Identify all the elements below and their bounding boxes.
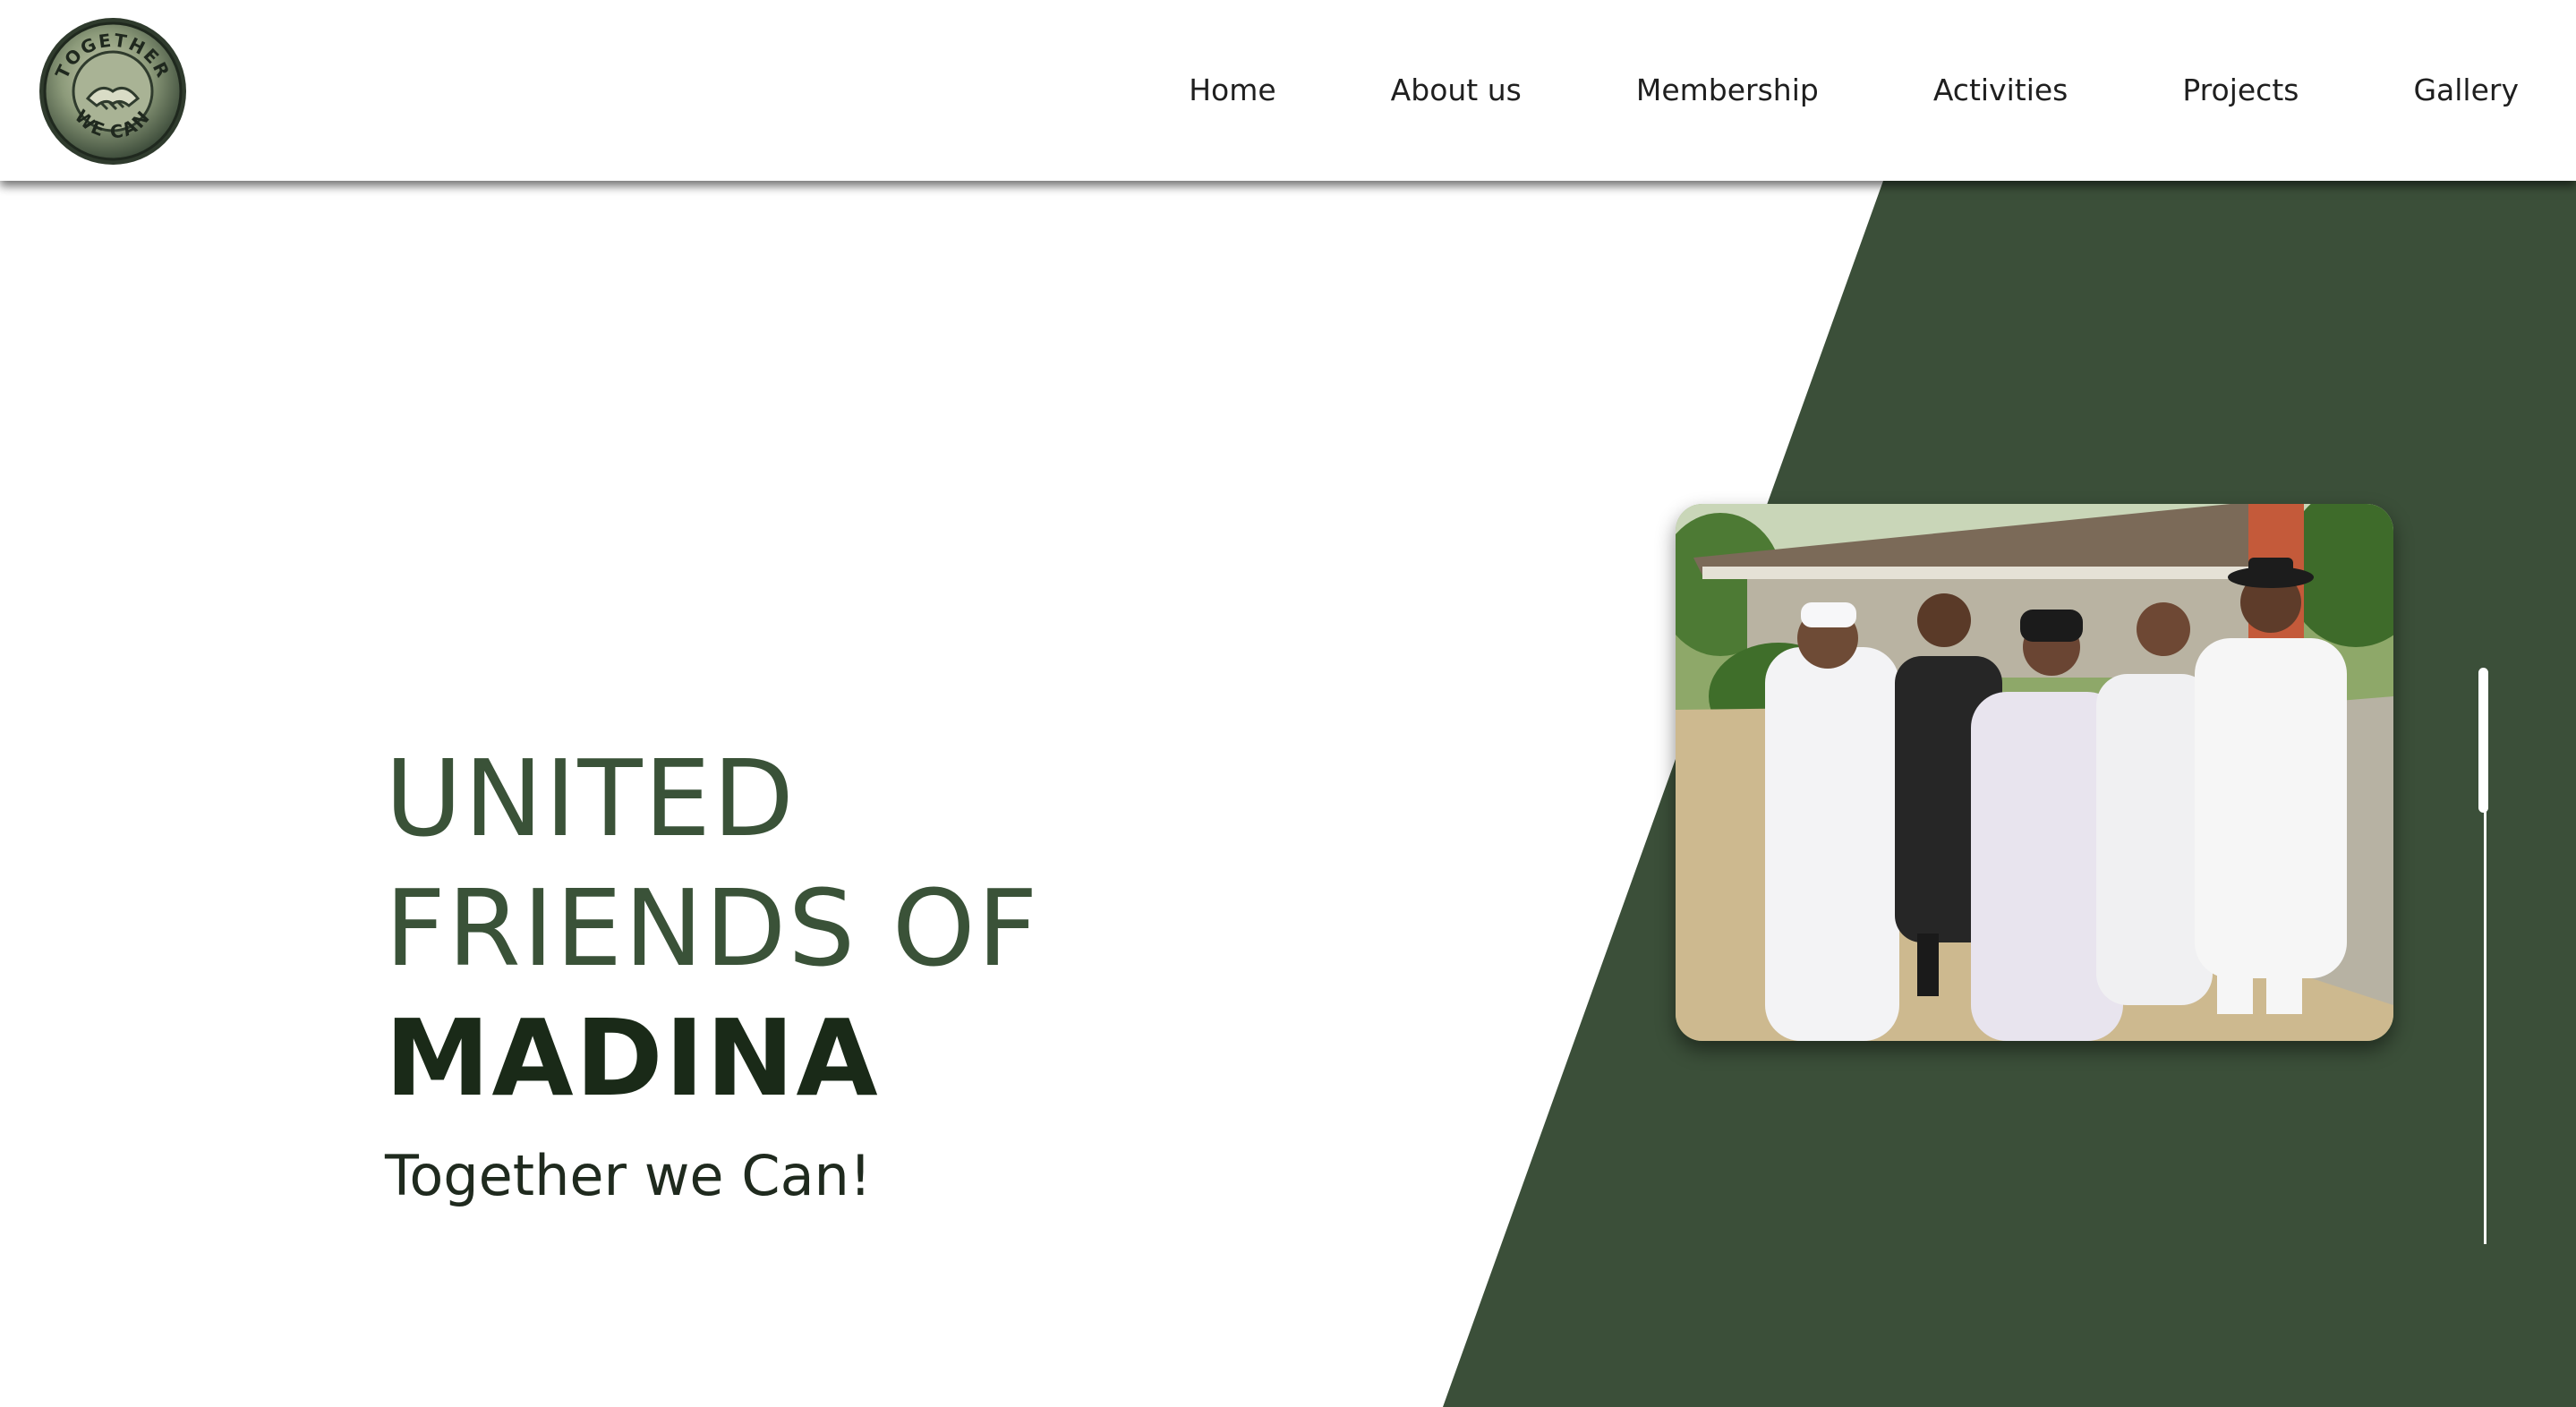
nav-membership-link[interactable]: Membership xyxy=(1636,72,1819,107)
nav-home-link[interactable]: Home xyxy=(1189,72,1275,107)
nav-activities-link[interactable]: Activities xyxy=(1933,72,2068,107)
hero-title-line-2: FRIENDS OF xyxy=(385,866,1040,990)
nav-gallery-link[interactable]: Gallery xyxy=(2413,72,2519,107)
people xyxy=(1765,558,2347,1041)
handshake-icon xyxy=(85,86,141,111)
nav-projects-link[interactable]: Projects xyxy=(2182,72,2299,107)
logo-badge-icon: TOGETHER WE CAN xyxy=(39,18,186,165)
main-nav: Home About us Membership Activities Proj… xyxy=(1189,63,2519,116)
site-header: TOGETHER WE CAN Home About us Membership… xyxy=(0,0,2576,181)
hero-title-line-3: MADINA xyxy=(385,996,880,1120)
hero-tagline: Together we Can! xyxy=(385,1143,872,1208)
group-photo-image xyxy=(1676,504,2393,1041)
scroll-thumb[interactable] xyxy=(2478,668,2488,813)
logo[interactable]: TOGETHER WE CAN xyxy=(38,16,188,166)
hero-section: UNITED FRIENDS OF MADINA Together we Can… xyxy=(385,734,1040,1208)
group-photo xyxy=(1676,504,2393,1041)
page: TOGETHER WE CAN Home About us Membership… xyxy=(0,0,2576,1407)
hero-title-line-1: UNITED xyxy=(385,737,796,860)
nav-about-us-link[interactable]: About us xyxy=(1391,72,1522,107)
